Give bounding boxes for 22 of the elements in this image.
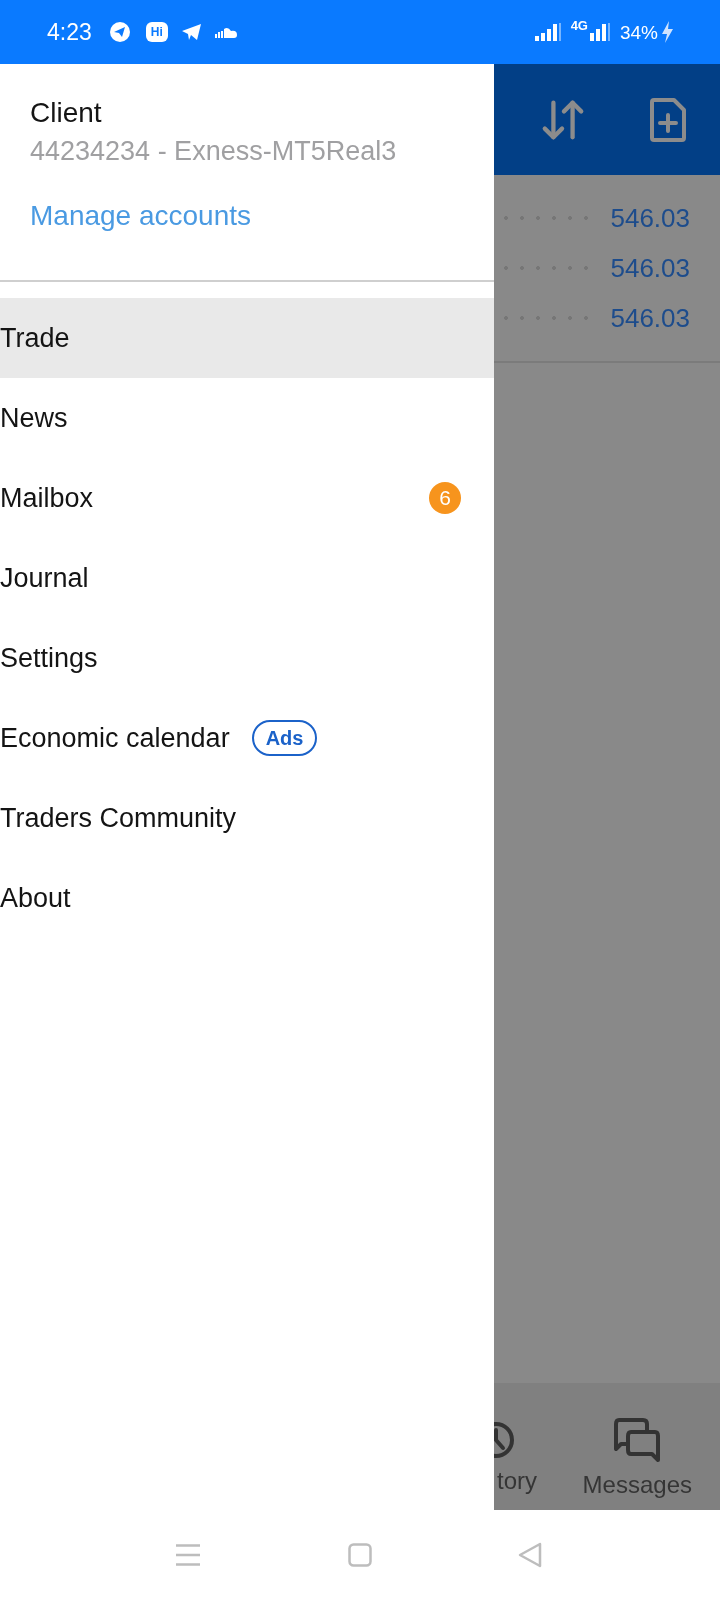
- paper-plane-circle-icon: [108, 21, 131, 43]
- add-document-icon[interactable]: [650, 97, 686, 142]
- back-triangle-icon[interactable]: [518, 1542, 542, 1568]
- paper-plane-icon: [180, 23, 202, 41]
- battery-level: 34%: [619, 22, 658, 42]
- quote-price: 546.03: [610, 202, 690, 234]
- cloud-icon: [213, 26, 238, 38]
- signal-icon: [534, 23, 561, 41]
- menu-item[interactable]: Trade: [0, 298, 494, 378]
- quote-price: 546.03: [610, 302, 690, 334]
- count-badge: 6: [429, 482, 461, 514]
- menu-icon[interactable]: [176, 1544, 200, 1566]
- home-square-icon[interactable]: [348, 1543, 372, 1567]
- hi-icon: Hi: [145, 22, 168, 42]
- quote-price: 546.03: [610, 252, 690, 284]
- network-type: 4G: [570, 19, 588, 32]
- signal-icon: [589, 23, 610, 41]
- ads-tag: Ads: [251, 720, 318, 756]
- account-name: Client: [30, 96, 103, 130]
- account-number: 44234234 - Exness-MT5Real3: [30, 135, 398, 168]
- status-time: 4:23: [47, 20, 92, 44]
- chat-bubbles-icon: [613, 1418, 662, 1462]
